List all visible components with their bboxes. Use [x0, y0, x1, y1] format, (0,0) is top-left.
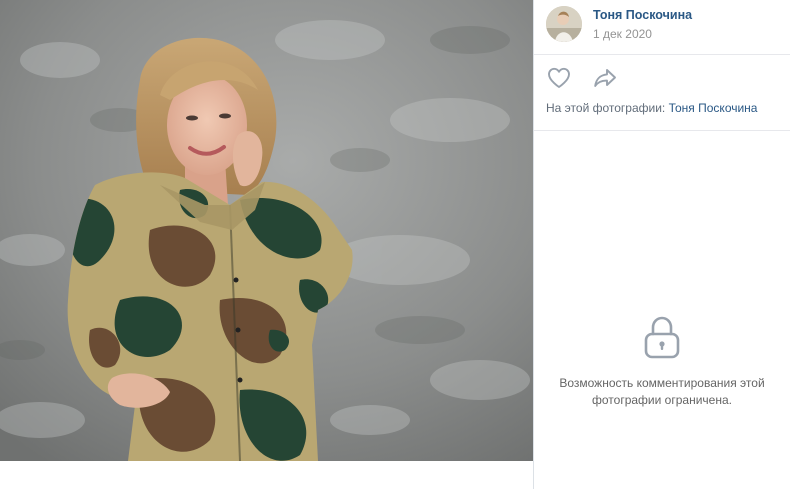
photo-actions [546, 66, 618, 90]
heart-icon [548, 67, 570, 88]
photo-viewer: Тоня Поскочина 1 дек 2020 На этой фотогр… [0, 0, 790, 489]
tagged-person-link[interactable]: Тоня Поскочина [669, 101, 758, 115]
user-avatar-icon [546, 6, 582, 42]
divider [534, 54, 790, 55]
avatar[interactable] [546, 6, 582, 42]
share-arrow-icon [594, 69, 616, 87]
photo-image[interactable] [0, 0, 533, 461]
like-button[interactable] [546, 66, 572, 90]
comments-restricted-notice: Возможность комментирования этой фотогра… [534, 315, 790, 409]
divider [534, 130, 790, 131]
photo-illustration [0, 0, 533, 461]
share-button[interactable] [592, 66, 618, 90]
comments-restricted-line1: Возможность комментирования этой [559, 376, 765, 390]
author-name-link[interactable]: Тоня Поскочина [593, 8, 692, 23]
lock-icon [644, 316, 680, 359]
author-header: Тоня Поскочина 1 дек 2020 [546, 6, 692, 42]
tagged-people: На этой фотографии: Тоня Поскочина [546, 100, 782, 116]
comments-restricted-line2: фотографии ограничена. [592, 393, 732, 407]
comments-restricted-text: Возможность комментирования этой фотогра… [547, 375, 777, 409]
author-meta: Тоня Поскочина 1 дек 2020 [593, 6, 692, 42]
tagged-people-label: На этой фотографии: [546, 101, 666, 115]
photo-sidebar: Тоня Поскочина 1 дек 2020 На этой фотогр… [533, 0, 790, 489]
post-date[interactable]: 1 дек 2020 [593, 26, 692, 42]
